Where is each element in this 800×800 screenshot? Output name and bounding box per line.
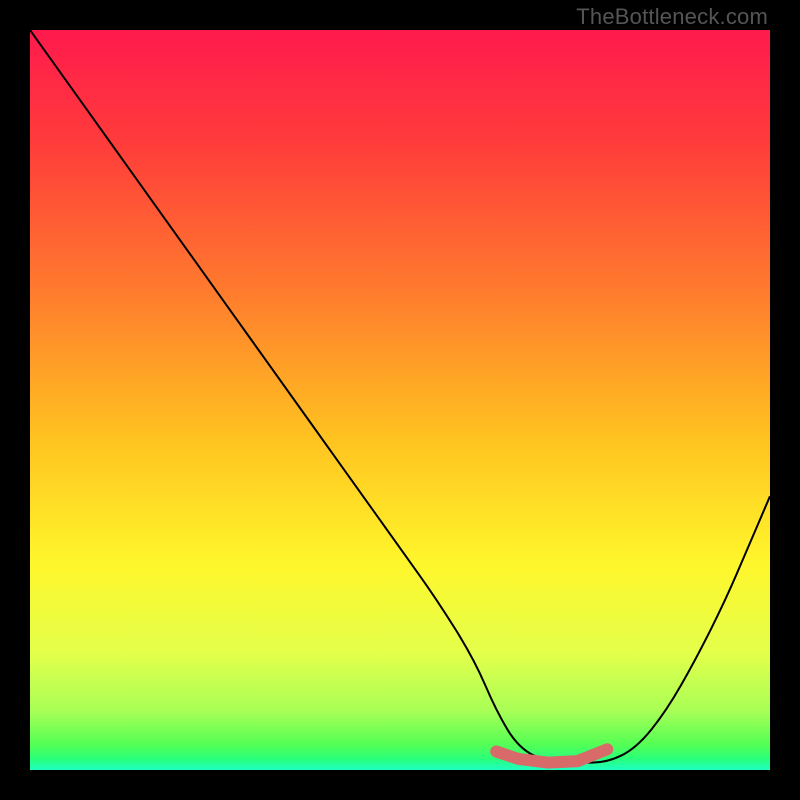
optimal-range-highlight <box>496 749 607 762</box>
chart-container: TheBottleneck.com <box>0 0 800 800</box>
plot-area <box>30 30 770 770</box>
watermark-text: TheBottleneck.com <box>576 4 768 30</box>
bottleneck-curve <box>30 30 770 763</box>
curve-layer <box>30 30 770 770</box>
